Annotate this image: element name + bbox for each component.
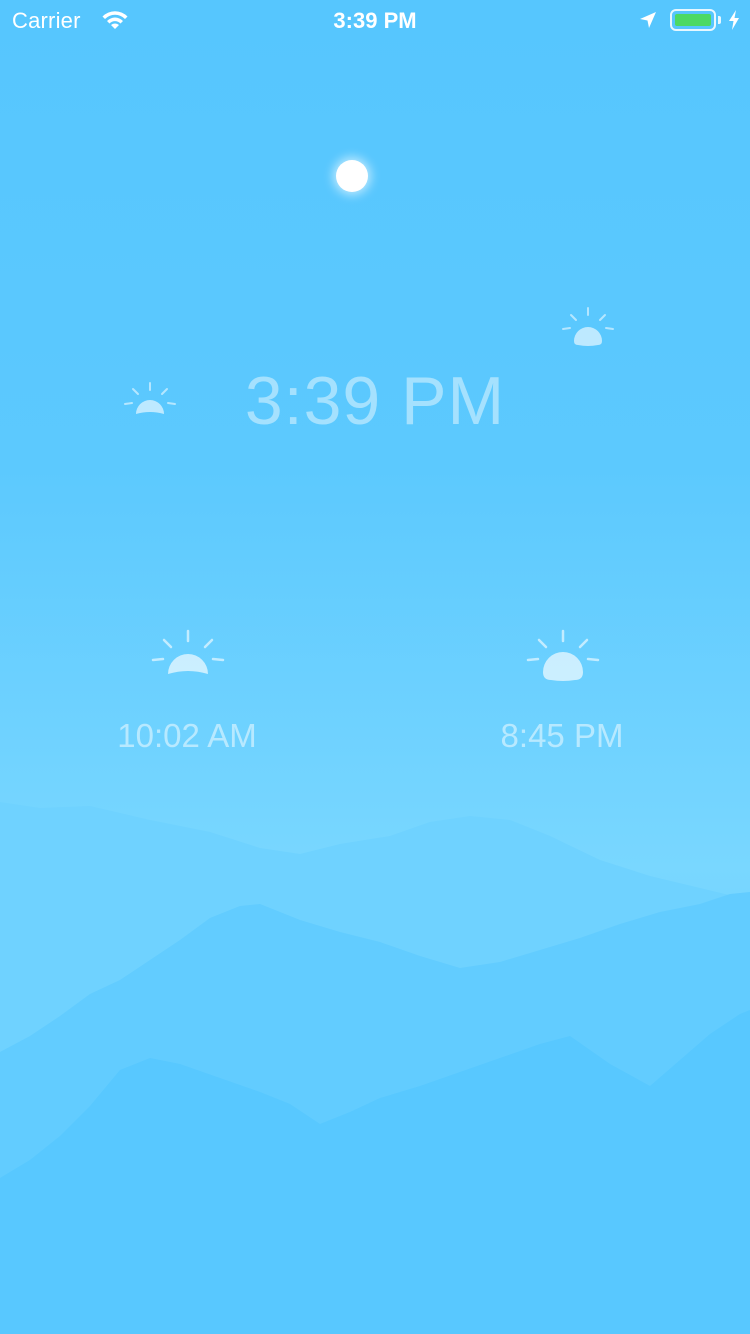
sun-marker-icon (562, 307, 614, 346)
location-arrow-icon (640, 12, 656, 28)
sun-dot (336, 160, 368, 192)
status-bar: Carrier 3:39 PM (0, 0, 750, 40)
sun-clock-screen: Carrier 3:39 PM 3:39 PM 10:02 AM 8:45 PM (0, 0, 750, 1334)
battery-tip (718, 16, 721, 24)
current-time: 3:39 PM (244, 363, 506, 439)
sunrise-icon (151, 629, 225, 674)
sunset-icon (526, 629, 600, 681)
sunset-time: 8:45 PM (500, 717, 624, 754)
battery-indicator (670, 9, 716, 31)
sunrise-time: 10:02 AM (117, 717, 257, 754)
battery-level (675, 14, 711, 26)
bolt-icon (729, 10, 739, 30)
mountain-silhouette (0, 802, 750, 1334)
